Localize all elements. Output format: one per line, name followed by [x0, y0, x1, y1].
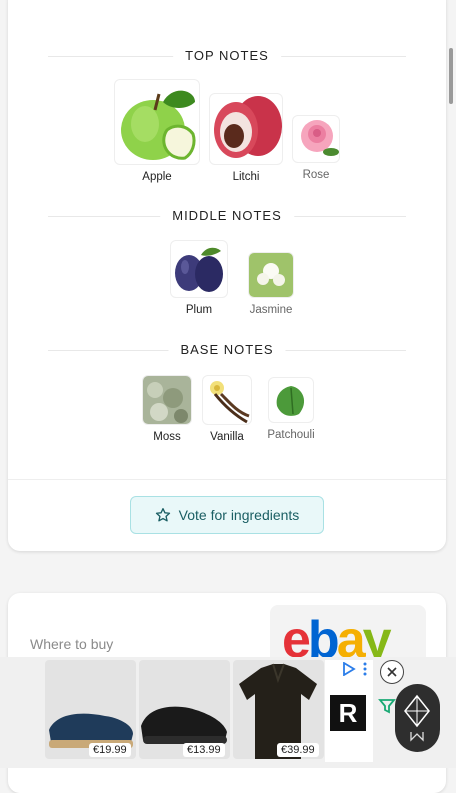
ad-product-polo[interactable]: €39.99: [233, 660, 324, 759]
scrollbar-thumb[interactable]: [449, 48, 453, 104]
note-name: Patchouli: [267, 429, 315, 441]
note-name: Moss: [153, 431, 181, 443]
note-litchi[interactable]: Litchi: [209, 93, 283, 183]
note-plum[interactable]: Plum: [167, 240, 231, 316]
vote-button-label: Vote for ingredients: [178, 507, 300, 523]
ad-product-sneaker[interactable]: €13.99: [139, 660, 230, 759]
ad-price: €13.99: [183, 743, 225, 757]
middle-notes-title: MIDDLE NOTES: [160, 206, 294, 226]
base-notes-header: BASE NOTES: [48, 340, 406, 360]
note-jasmine[interactable]: Jasmine: [243, 252, 299, 316]
vote-for-ingredients-button[interactable]: Vote for ingredients: [130, 496, 324, 534]
moss-image: [142, 375, 192, 425]
note-apple[interactable]: Apple: [114, 79, 200, 183]
brand-logo: R: [330, 695, 366, 731]
close-icon: [387, 667, 397, 677]
note-name: Jasmine: [249, 304, 293, 316]
diamond-logo-icon: [404, 694, 430, 742]
base-notes-title: BASE NOTES: [168, 340, 286, 360]
note-name: Litchi: [232, 171, 260, 183]
note-moss[interactable]: Moss: [141, 375, 193, 443]
note-patchouli[interactable]: Patchouli: [259, 377, 323, 441]
ad-choices-icon[interactable]: [342, 662, 356, 676]
note-name: Vanilla: [210, 431, 244, 443]
vanilla-image: [202, 375, 252, 425]
star-outline-icon: [155, 508, 170, 522]
where-to-buy-label: Where to buy: [30, 636, 114, 652]
patchouli-image: [268, 377, 314, 423]
note-name: Plum: [185, 304, 213, 316]
ad-product-espadrille[interactable]: €19.99: [45, 660, 136, 759]
note-name: Rose: [302, 169, 330, 181]
ad-brand-panel[interactable]: R: [325, 660, 373, 762]
plum-image: [170, 240, 228, 298]
apple-image: [114, 79, 200, 165]
ad-menu-icon[interactable]: [363, 662, 367, 676]
ad-price: €19.99: [89, 743, 131, 757]
jasmine-image: [248, 252, 294, 298]
top-notes-header: TOP NOTES: [48, 46, 406, 66]
litchi-image: [209, 93, 283, 165]
note-rose[interactable]: Rose: [291, 115, 341, 181]
card-divider: [8, 479, 446, 480]
ad-price: €39.99: [277, 743, 319, 757]
close-ad-button[interactable]: [380, 660, 404, 684]
top-notes-title: TOP NOTES: [173, 46, 281, 66]
rose-image: [292, 115, 340, 163]
filter-icon[interactable]: [378, 697, 396, 715]
middle-notes-header: MIDDLE NOTES: [48, 206, 406, 226]
note-vanilla[interactable]: Vanilla: [201, 375, 253, 443]
notes-card: TOP NOTES Apple Litchi Rose MIDDLE NOTES…: [8, 0, 446, 551]
assistant-fab-button[interactable]: [395, 684, 440, 752]
note-name: Apple: [142, 171, 172, 183]
